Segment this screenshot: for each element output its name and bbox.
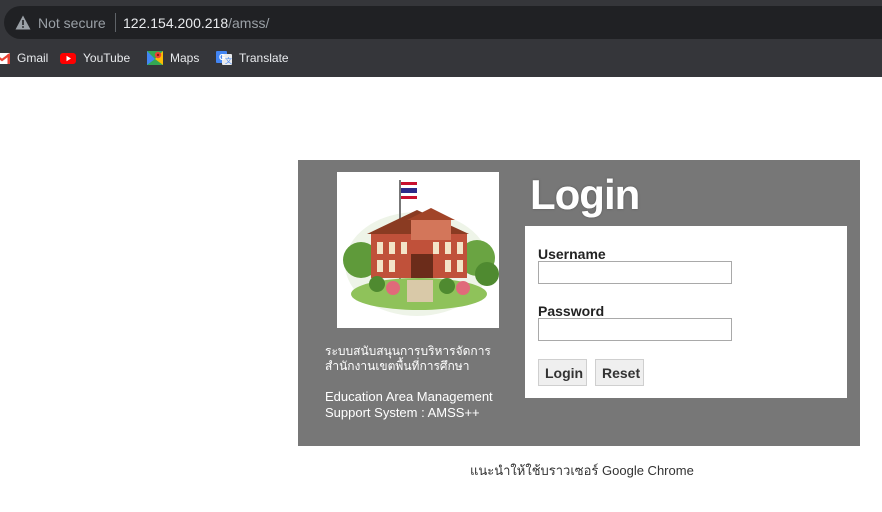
gmail-icon xyxy=(0,53,10,64)
system-description-thai: ระบบสนับสนุนการบริหารจัดการ สำนักงานเขตพ… xyxy=(325,344,525,374)
browser-recommendation-note: แนะนำให้ใช้บราวเซอร์ Google Chrome xyxy=(470,463,694,478)
english-line-2: Support System : AMSS++ xyxy=(325,405,480,420)
reset-button[interactable]: Reset xyxy=(595,359,644,386)
building-logo xyxy=(337,172,499,328)
password-label: Password xyxy=(538,303,605,319)
youtube-icon xyxy=(60,53,76,64)
bookmark-youtube[interactable]: YouTube xyxy=(60,49,130,67)
warning-icon[interactable] xyxy=(15,15,31,30)
bookmark-label: Translate xyxy=(239,51,289,65)
bookmark-label: YouTube xyxy=(83,51,131,65)
login-form: Username Password Login Reset xyxy=(525,226,847,398)
security-status[interactable]: Not secure xyxy=(38,14,106,32)
building-illustration xyxy=(343,180,499,316)
url-path: /amss/ xyxy=(228,15,270,31)
english-line-1: Education Area Management xyxy=(325,389,493,404)
login-button[interactable]: Login xyxy=(538,359,587,386)
thai-line-2: สำนักงานเขตพื้นที่การศึกษา xyxy=(325,359,470,373)
bookmark-translate[interactable]: G 文 Translate xyxy=(216,49,289,67)
login-heading: Login xyxy=(530,171,640,218)
translate-icon: G 文 xyxy=(216,51,232,65)
password-input[interactable] xyxy=(538,318,732,341)
username-label: Username xyxy=(538,246,606,262)
username-input[interactable] xyxy=(538,261,732,284)
bookmark-gmail[interactable]: Gmail xyxy=(0,49,48,67)
svg-text:文: 文 xyxy=(225,56,232,65)
system-description-english: Education Area Management Support System… xyxy=(325,389,525,421)
address-bar[interactable]: Not secure 122.154.200.218/amss/ xyxy=(4,6,882,39)
bookmarks-bar: Gmail YouTube Maps G 文 Translate xyxy=(0,45,882,71)
browser-toolbar: Not secure 122.154.200.218/amss/ Gmail Y… xyxy=(0,0,882,77)
url-host: 122.154.200.218 xyxy=(123,15,229,31)
url-text[interactable]: 122.154.200.218/amss/ xyxy=(123,14,269,32)
thai-line-1: ระบบสนับสนุนการบริหารจัดการ xyxy=(325,344,491,358)
address-separator xyxy=(115,13,116,32)
login-panel: ระบบสนับสนุนการบริหารจัดการ สำนักงานเขตพ… xyxy=(298,160,860,446)
maps-icon xyxy=(147,51,163,65)
bookmark-label: Gmail xyxy=(17,51,49,65)
bookmark-label: Maps xyxy=(170,51,200,65)
bookmark-maps[interactable]: Maps xyxy=(147,49,199,67)
